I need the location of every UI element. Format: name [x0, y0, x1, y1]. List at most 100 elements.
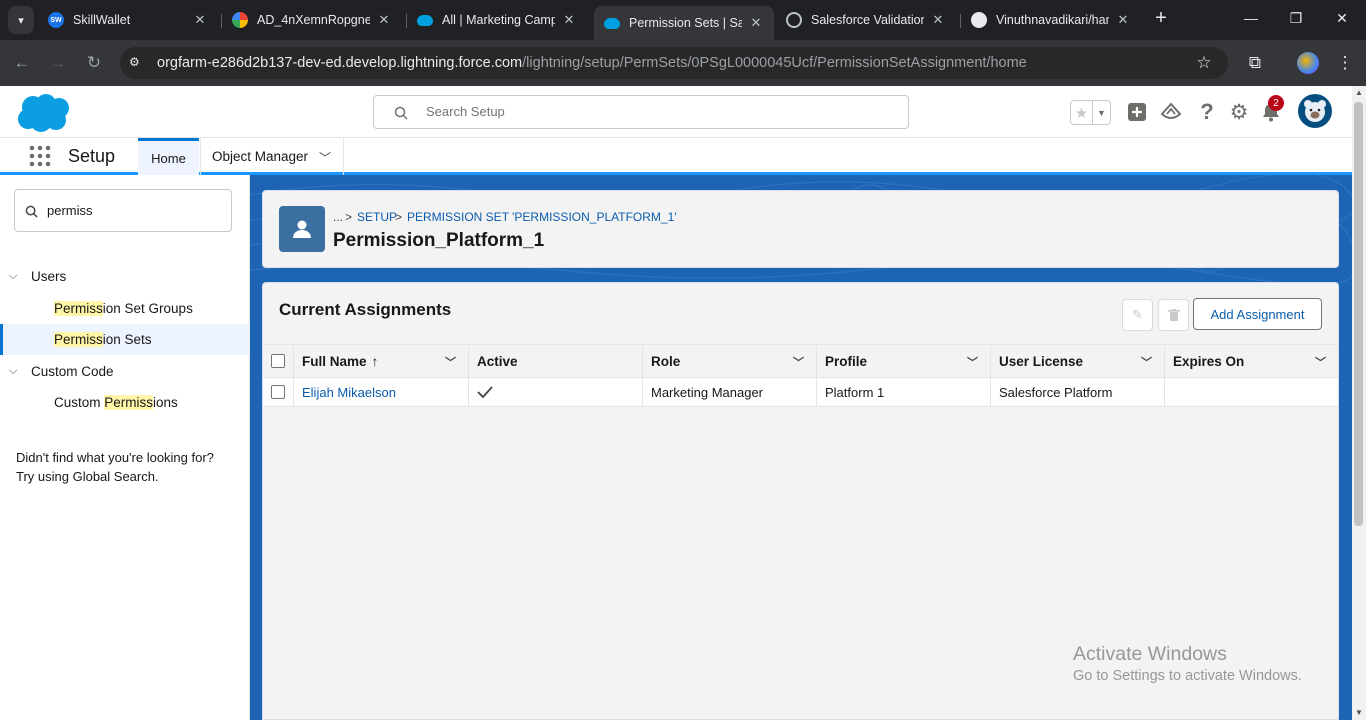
column-header-profile[interactable]: Profile ﹀ [817, 345, 991, 377]
astro-bear-icon [1304, 100, 1326, 122]
column-label: Role [651, 353, 681, 369]
quick-find-box[interactable] [14, 189, 232, 232]
sidebar-item-permission-set-groups[interactable]: Permission Set Groups [0, 293, 250, 324]
search-setup-box[interactable] [373, 95, 909, 129]
search-setup-input[interactable] [426, 104, 826, 119]
tab-search-menu-icon[interactable]: ▾ [8, 6, 34, 34]
new-tab-icon[interactable]: + [1151, 8, 1171, 28]
app-name: Setup [68, 146, 116, 166]
add-assignment-button[interactable]: Add Assignment [1193, 298, 1322, 330]
column-label: User License [999, 353, 1084, 369]
edit-assignment-button[interactable]: ✎ [1122, 299, 1153, 331]
tree-node-custom-code[interactable]: ⌵ Custom Code [0, 359, 114, 383]
breadcrumb-separator: > [395, 210, 403, 224]
browser-tab[interactable]: Vinuthnavadikari/han ✕ [961, 6, 1141, 34]
scroll-down-arrow-icon[interactable]: ▼ [1355, 708, 1363, 717]
favorites-star-icon[interactable]: ★ [1071, 101, 1093, 124]
column-menu-chevron-icon[interactable]: ﹀ [1141, 354, 1152, 370]
close-tab-icon[interactable]: ✕ [930, 12, 946, 28]
column-header-expires-on[interactable]: Expires On ﹀ [1165, 345, 1338, 377]
checkmark-icon [477, 386, 493, 398]
chevron-down-icon[interactable]: ⌵ [9, 270, 21, 283]
tab-title: AD_4nXemnRopgneb [257, 13, 370, 27]
chevron-down-icon[interactable]: ⌵ [9, 365, 21, 378]
search-icon [394, 106, 408, 120]
sidebar-item-permission-sets[interactable]: Permission Sets [0, 324, 250, 355]
column-header-user-license[interactable]: User License ﹀ [991, 345, 1165, 377]
close-tab-icon[interactable]: ✕ [561, 12, 577, 28]
profile-avatar[interactable] [1297, 52, 1319, 74]
table-header-row: Full Name ↑ ﹀ Active Role ﹀ Profile ﹀ User L… [263, 344, 1338, 378]
tree-node-users[interactable]: ⌵ Users [0, 264, 66, 288]
cell-full-name: Elijah Mikaelson [294, 378, 469, 406]
browser-tab[interactable]: Salesforce Validation ✕ [776, 6, 956, 34]
column-menu-chevron-icon[interactable]: ﹀ [445, 354, 456, 370]
breadcrumb-setup[interactable]: SETUP [357, 210, 397, 224]
browser-tab[interactable]: All | Marketing Camp ✕ [407, 6, 587, 34]
quick-find-input[interactable] [47, 203, 217, 218]
reload-icon[interactable]: ↻ [83, 52, 105, 74]
trash-icon [1167, 308, 1180, 321]
chevron-down-icon[interactable]: ﹀ [319, 149, 331, 166]
app-launcher-icon[interactable] [29, 145, 51, 167]
browser-tab[interactable]: AD_4nXemnRopgneb ✕ [222, 6, 402, 34]
cell-active [469, 378, 643, 406]
close-window-icon[interactable]: ✕ [1332, 8, 1352, 28]
trailhead-guidance-icon[interactable] [1159, 100, 1183, 124]
card-title: Current Assignments [279, 300, 452, 319]
global-actions-icon[interactable] [1125, 100, 1149, 124]
extensions-icon[interactable]: ⧉ [1244, 52, 1266, 74]
close-tab-icon[interactable]: ✕ [1115, 12, 1131, 28]
url-path: /lightning/setup/PermSets/0PSgL0000045Uc… [522, 55, 1027, 71]
close-tab-icon[interactable]: ✕ [192, 12, 208, 28]
column-header-role[interactable]: Role ﹀ [643, 345, 817, 377]
row-checkbox[interactable] [271, 385, 285, 399]
salesforce-logo[interactable] [15, 93, 75, 133]
browser-tab[interactable]: SW SkillWallet ✕ [38, 6, 218, 34]
browser-menu-icon[interactable]: ⋮ [1334, 52, 1356, 74]
column-label: Full Name [302, 353, 367, 369]
sidebar-item-label: Permission Sets [54, 332, 152, 347]
not-found-help: Didn't find what you're looking for? Try… [16, 448, 214, 486]
tab-object-manager[interactable]: Object Manager ﹀ [200, 138, 344, 175]
github-favicon-icon [971, 12, 987, 28]
column-header-full-name[interactable]: Full Name ↑ ﹀ [294, 345, 469, 377]
bookmark-star-icon[interactable]: ☆ [1193, 52, 1215, 74]
favorites-dropdown-icon[interactable]: ▼ [1093, 101, 1110, 124]
restore-window-icon[interactable]: ❐ [1286, 8, 1306, 28]
column-header-active[interactable]: Active [469, 345, 643, 377]
tab-home[interactable]: Home [138, 138, 199, 175]
label-rest: ion Set Groups [102, 301, 193, 316]
site-info-icon[interactable]: ⚙ [129, 55, 145, 71]
favorites-control[interactable]: ★ ▼ [1070, 100, 1111, 125]
breadcrumb-permission-set[interactable]: PERMISSION SET 'PERMISSION_PLATFORM_1' [407, 210, 677, 224]
sidebar-item-custom-permissions[interactable]: Custom Permissions [0, 387, 250, 418]
column-label: Active [477, 353, 518, 369]
delete-assignment-button[interactable] [1158, 299, 1189, 331]
column-menu-chevron-icon[interactable]: ﹀ [793, 354, 804, 370]
tree-node-label: Users [31, 268, 67, 284]
minimize-window-icon[interactable]: — [1241, 8, 1261, 28]
user-name-link[interactable]: Elijah Mikaelson [302, 385, 396, 400]
scroll-up-arrow-icon[interactable]: ▲ [1355, 88, 1363, 97]
activate-windows-subtitle: Go to Settings to activate Windows. [1073, 668, 1302, 684]
close-tab-icon[interactable]: ✕ [376, 12, 392, 28]
user-avatar[interactable] [1298, 94, 1332, 128]
url-text[interactable]: orgfarm-e286d2b137-dev-ed.develop.lightn… [157, 55, 1027, 71]
select-all-checkbox[interactable] [271, 354, 285, 368]
breadcrumb-ellipsis[interactable]: ... [333, 210, 343, 224]
search-highlight: Permiss [54, 332, 103, 347]
tab-title: SkillWallet [73, 13, 131, 27]
search-icon [25, 205, 38, 218]
scrollbar-thumb[interactable] [1354, 102, 1363, 526]
browser-tab-active[interactable]: Permission Sets | Sale ✕ [594, 6, 774, 40]
forward-icon[interactable]: → [47, 52, 69, 74]
page-title: Permission_Platform_1 [333, 230, 545, 251]
help-icon[interactable]: ? [1195, 99, 1219, 124]
column-menu-chevron-icon[interactable]: ﹀ [1315, 354, 1326, 370]
cell-user-license: Salesforce Platform [991, 378, 1165, 406]
back-icon[interactable]: ← [11, 52, 33, 74]
column-menu-chevron-icon[interactable]: ﹀ [967, 354, 978, 370]
setup-gear-icon[interactable]: ⚙ [1227, 100, 1251, 124]
close-tab-icon[interactable]: ✕ [748, 15, 764, 31]
